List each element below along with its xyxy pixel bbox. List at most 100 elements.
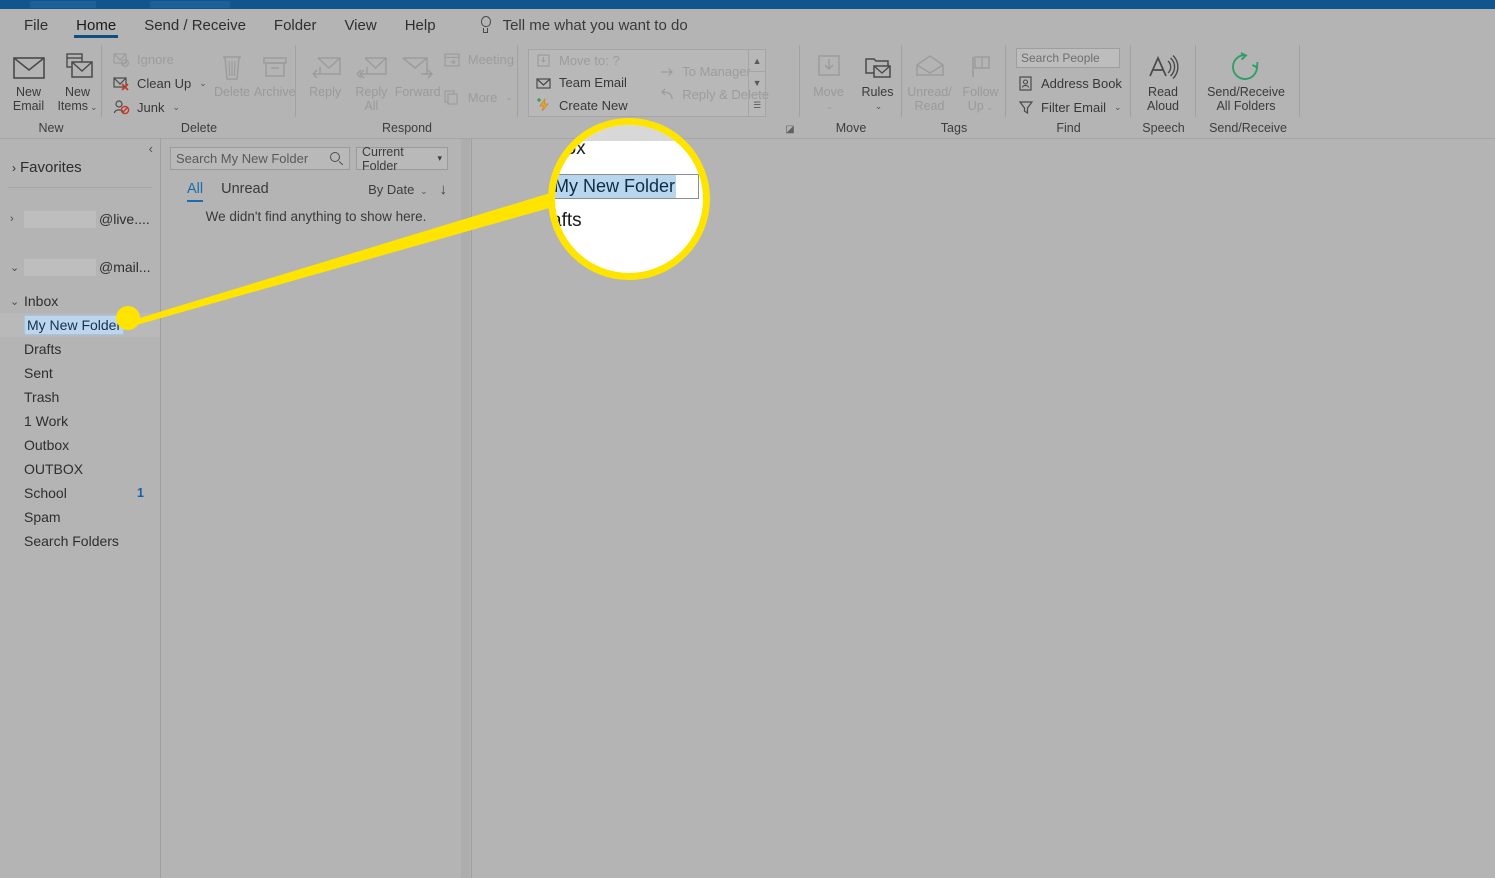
team-email-label: Team Email <box>559 75 627 91</box>
read-aloud-label-1: Read <box>1148 85 1178 99</box>
sidebar-item-my-new-folder[interactable]: My New Folder <box>0 313 160 337</box>
folder-label: School <box>24 485 67 501</box>
tab-folder-label: Folder <box>273 16 317 34</box>
tab-folder[interactable]: Folder <box>260 9 331 41</box>
meeting-label: Meeting <box>467 51 514 67</box>
tab-view-label: View <box>344 16 377 34</box>
archive-icon <box>260 49 290 85</box>
sidebar-item-drafts[interactable]: Drafts <box>0 337 160 361</box>
to-manager-quickstep: To Manager <box>657 61 751 83</box>
group-label-move: Move <box>835 121 867 135</box>
more-respond-button: More ⌄ <box>443 86 518 108</box>
sidebar-item-1-work[interactable]: 1 Work <box>0 409 160 433</box>
follow-up-label-1: Follow <box>962 85 999 99</box>
flag-icon <box>966 49 996 85</box>
refresh-icon <box>1229 49 1263 85</box>
sidebar-item-sent[interactable]: Sent <box>0 361 160 385</box>
folder-name-input[interactable]: My New Folder <box>555 174 699 199</box>
envelope-icon <box>12 49 46 85</box>
ribbon-group-move: Move ⌄ Rules ⌄ Move <box>800 41 902 138</box>
sidebar-account-mail[interactable]: ⌄ @mail... <box>0 245 160 289</box>
sidebar-account-live[interactable]: › @live.... <box>0 197 160 241</box>
unread-read-label-2: Read <box>914 99 945 113</box>
sidebar-item-inbox[interactable]: ⌄ Inbox <box>0 289 160 313</box>
folder-label: Spam <box>24 509 61 525</box>
read-aloud-button[interactable]: Read Aloud <box>1135 44 1191 113</box>
sidebar-item-outbox-upper[interactable]: OUTBOX <box>0 457 160 481</box>
tab-send-receive[interactable]: Send / Receive <box>130 9 260 41</box>
ignore-label: Ignore <box>137 51 174 67</box>
magnified-drafts-label: afts <box>551 210 582 231</box>
clean-up-button[interactable]: Clean Up ⌄ <box>112 72 211 94</box>
address-book-button[interactable]: Address Book <box>1016 72 1126 94</box>
open-envelope-icon <box>914 49 946 85</box>
team-email-quickstep[interactable]: Team Email <box>534 72 652 93</box>
tab-send-receive-label: Send / Receive <box>144 16 246 34</box>
filter-email-button[interactable]: Filter Email ⌄ <box>1016 96 1126 118</box>
message-list-scrollbar[interactable] <box>461 139 470 878</box>
quick-steps-gallery[interactable]: Move to: ? Team Email Create New To Mana… <box>528 49 769 117</box>
group-label-tags: Tags <box>940 121 968 135</box>
sidebar-item-trash[interactable]: Trash <box>0 385 160 409</box>
clean-up-label: Clean Up <box>137 75 192 91</box>
funnel-icon <box>1016 98 1035 117</box>
create-new-quickstep[interactable]: Create New <box>534 95 652 116</box>
chevron-down-icon: ⌄ <box>10 261 20 274</box>
junk-button[interactable]: Junk ⌄ <box>112 96 211 118</box>
title-bar-chip-1 <box>30 1 96 8</box>
sidebar-item-outbox[interactable]: Outbox <box>0 433 160 457</box>
follow-up-label-2: Up ⌄ <box>967 99 994 113</box>
sidebar-item-school[interactable]: School 1 <box>0 481 160 505</box>
rules-label: Rules <box>861 85 894 99</box>
send-receive-all-folders-button[interactable]: Send/Receive All Folders <box>1196 44 1296 113</box>
account-suffix: @mail... <box>99 259 151 275</box>
meeting-icon <box>443 50 462 69</box>
trash-icon <box>217 49 247 85</box>
chevron-right-icon: › <box>10 213 14 225</box>
sort-by-dropdown[interactable]: By Date ⌄ <box>368 182 427 197</box>
delete-button: Delete <box>211 44 254 99</box>
follow-up-button: Follow Up ⌄ <box>955 44 1006 114</box>
search-scope-dropdown[interactable]: Current Folder ▾ <box>356 145 448 173</box>
to-manager-label: To Manager <box>682 64 751 79</box>
quick-steps-scroll-up[interactable]: ▲ <box>749 50 765 73</box>
group-label-find: Find <box>1056 121 1081 135</box>
folder-label: My New Folder <box>24 315 125 335</box>
archive-label: Archive <box>253 85 296 99</box>
collapse-pane-button[interactable]: ‹ <box>149 142 153 155</box>
sidebar-item-favorites[interactable]: › Favorites <box>12 159 82 176</box>
new-email-button[interactable]: New Email <box>4 44 53 113</box>
sort-direction-icon[interactable]: ↓ <box>440 181 448 198</box>
unread-read-button: Unread/ Read <box>904 44 955 113</box>
filter-email-label: Filter Email <box>1041 99 1107 115</box>
search-people-input[interactable]: Search People <box>1016 48 1120 68</box>
tab-view[interactable]: View <box>330 9 390 41</box>
new-items-label-1: New <box>64 85 90 99</box>
rules-button[interactable]: Rules ⌄ <box>853 44 902 113</box>
empty-state-text: We didn't find anything to show here. <box>205 209 427 224</box>
quick-steps-more-menu[interactable]: ☰ <box>749 95 765 116</box>
new-items-button[interactable]: New Items ⌄ <box>53 44 102 114</box>
folder-label: 1 Work <box>24 413 69 429</box>
sidebar-item-spam[interactable]: Spam <box>0 505 160 529</box>
group-label-new: New <box>38 121 64 135</box>
reply-all-label-1: Reply <box>355 85 388 99</box>
tab-home[interactable]: Home <box>62 9 130 41</box>
folder-label: Outbox <box>24 437 70 453</box>
search-input[interactable]: Search My New Folder <box>170 147 350 170</box>
quick-steps-scroll-down[interactable]: ▼ <box>749 72 765 95</box>
forward-label: Forward <box>394 85 441 99</box>
move-label: Move <box>813 85 844 99</box>
reply-icon <box>308 49 342 85</box>
tab-help[interactable]: Help <box>391 9 450 41</box>
quick-steps-dialog-launcher[interactable]: ◪ <box>784 124 796 136</box>
filter-tab-all[interactable]: All <box>187 181 204 202</box>
sidebar-item-search-folders[interactable]: Search Folders <box>0 529 160 553</box>
message-list-divider <box>471 139 472 878</box>
unread-count-badge: 1 <box>137 486 144 500</box>
reply-all-icon <box>354 49 388 85</box>
tell-me-search[interactable]: Tell me what you want to do <box>478 16 688 34</box>
filter-tab-unread[interactable]: Unread <box>221 181 269 202</box>
tab-file[interactable]: File <box>10 9 62 41</box>
ribbon-group-find: Search People Address Book Filter Email … <box>1006 41 1131 138</box>
